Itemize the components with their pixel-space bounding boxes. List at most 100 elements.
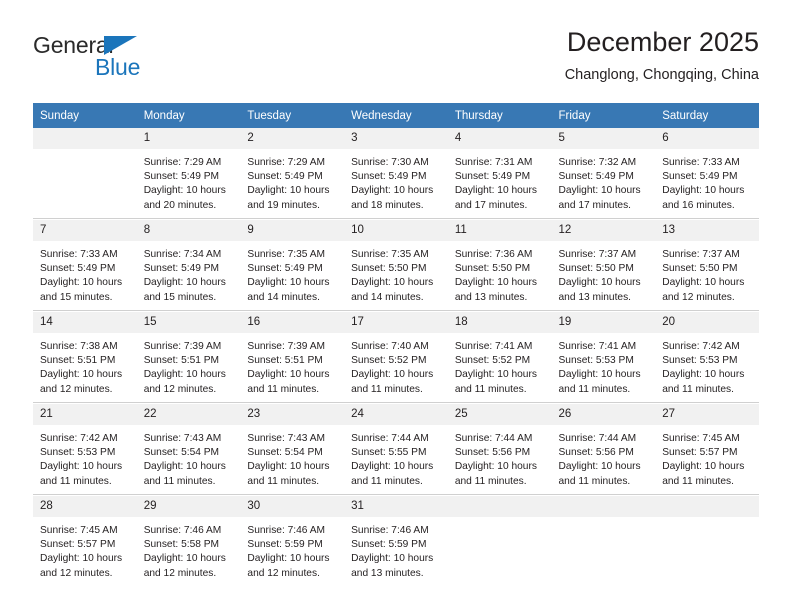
day-number: 12 [551,220,656,241]
calendar-day-cell[interactable]: 16 Sunrise: 7:39 AM Sunset: 5:51 PM Dayligh… [240,312,345,403]
page-title: December 2025 [566,27,759,57]
day-number: 8 [136,220,241,241]
day-number: 16 [240,312,345,333]
sunset-text: Sunset: 5:57 PM [40,539,116,551]
sunset-text: Sunset: 5:53 PM [40,447,116,459]
day-number: 1 [136,128,241,149]
calendar-day-cell[interactable]: 30 Sunrise: 7:46 AM Sunset: 5:59 PM Dayligh… [240,496,345,586]
day-number: 15 [136,312,241,333]
calendar-day-cell[interactable]: 9 Sunrise: 7:35 AM Sunset: 5:49 PM Daylight… [240,220,345,311]
daylight-text-line2: and 16 minutes. [662,199,735,211]
calendar-day-cell[interactable]: 3 Sunrise: 7:30 AM Sunset: 5:49 PM Daylight… [344,128,448,219]
day-number: 23 [240,404,345,425]
daylight-text-line2: and 12 minutes. [662,291,735,303]
calendar-day-cell[interactable]: 29 Sunrise: 7:46 AM Sunset: 5:58 PM Dayligh… [136,496,241,586]
calendar-day-cell[interactable]: 24 Sunrise: 7:44 AM Sunset: 5:55 PM Dayligh… [344,404,448,495]
day-details: Sunrise: 7:37 AM Sunset: 5:50 PM Daylight:… [655,241,759,305]
daylight-text-line2: and 14 minutes. [247,291,320,303]
calendar-day-cell[interactable]: 17 Sunrise: 7:40 AM Sunset: 5:52 PM Dayligh… [344,312,448,403]
day-details: Sunrise: 7:40 AM Sunset: 5:52 PM Daylight:… [344,333,448,397]
sunrise-text: Sunrise: 7:37 AM [662,249,740,260]
daylight-text-line1: Daylight: 10 hours [351,369,434,381]
day-number [551,496,656,517]
calendar-day-cell[interactable]: 31 Sunrise: 7:46 AM Sunset: 5:59 PM Dayligh… [344,496,448,586]
sunset-text: Sunset: 5:49 PM [247,263,323,275]
day-details: Sunrise: 7:46 AM Sunset: 5:59 PM Daylight:… [344,517,448,581]
day-details: Sunrise: 7:41 AM Sunset: 5:52 PM Daylight:… [448,333,552,397]
daylight-text-line2: and 12 minutes. [247,567,320,579]
weekday-header-saturday: Saturday [655,103,759,128]
daylight-text-line2: and 11 minutes. [40,475,112,487]
calendar-day-cell[interactable]: 14 Sunrise: 7:38 AM Sunset: 5:51 PM Dayligh… [33,312,137,403]
calendar-day-cell[interactable]: 10 Sunrise: 7:35 AM Sunset: 5:50 PM Dayligh… [344,220,448,311]
daylight-text-line1: Daylight: 10 hours [143,185,226,197]
day-details: Sunrise: 7:42 AM Sunset: 5:53 PM Daylight:… [33,425,137,489]
day-number: 31 [344,496,448,517]
daylight-text-line2: and 15 minutes. [143,291,217,303]
calendar-day-cell[interactable]: 18 Sunrise: 7:41 AM Sunset: 5:52 PM Dayligh… [447,312,552,403]
sunset-text: Sunset: 5:49 PM [40,263,116,275]
calendar-day-cell[interactable]: 4 Sunrise: 7:31 AM Sunset: 5:49 PM Daylight… [447,128,552,219]
calendar-day-cell[interactable]: 6 Sunrise: 7:33 AM Sunset: 5:49 PM Daylight… [655,128,759,219]
daylight-text-line1: Daylight: 10 hours [558,461,641,473]
calendar-day-cell[interactable]: 22 Sunrise: 7:43 AM Sunset: 5:54 PM Dayligh… [136,404,241,495]
calendar-day-cell[interactable]: 12 Sunrise: 7:37 AM Sunset: 5:50 PM Dayligh… [551,220,656,311]
calendar-day-cell[interactable]: 19 Sunrise: 7:41 AM Sunset: 5:53 PM Dayligh… [551,312,656,403]
sunset-text: Sunset: 5:49 PM [143,263,220,275]
daylight-text-line1: Daylight: 10 hours [454,185,537,197]
day-number: 3 [344,128,448,149]
sunrise-text: Sunrise: 7:30 AM [351,157,429,168]
calendar-day-cell[interactable]: 27 Sunrise: 7:45 AM Sunset: 5:57 PM Dayligh… [655,404,759,495]
sunrise-text: Sunrise: 7:34 AM [143,249,222,260]
calendar-day-cell[interactable]: 20 Sunrise: 7:42 AM Sunset: 5:53 PM Dayligh… [655,312,759,403]
calendar-day-cell[interactable]: 25 Sunrise: 7:44 AM Sunset: 5:56 PM Dayligh… [447,404,552,495]
daylight-text-line1: Daylight: 10 hours [40,553,123,565]
day-details: Sunrise: 7:43 AM Sunset: 5:54 PM Daylight:… [137,425,241,489]
calendar-day-cell[interactable]: 28 Sunrise: 7:45 AM Sunset: 5:57 PM Dayligh… [33,496,137,586]
calendar-day-cell[interactable]: 15 Sunrise: 7:39 AM Sunset: 5:51 PM Dayligh… [136,312,241,403]
day-number: 11 [447,220,552,241]
sunrise-text: Sunrise: 7:45 AM [662,433,740,444]
sunrise-text: Sunrise: 7:35 AM [247,249,325,260]
daylight-text-line1: Daylight: 10 hours [662,185,745,197]
day-details: Sunrise: 7:43 AM Sunset: 5:54 PM Daylight:… [240,425,344,489]
day-number: 27 [655,404,759,425]
calendar-day-cell[interactable]: 1 Sunrise: 7:29 AM Sunset: 5:49 PM Daylight… [136,128,241,219]
sunrise-text: Sunrise: 7:39 AM [247,341,325,352]
day-number: 24 [344,404,448,425]
general-blue-logo[interactable]: General Blue [33,32,263,94]
daylight-text-line1: Daylight: 10 hours [351,553,434,565]
calendar-day-cell[interactable]: 13 Sunrise: 7:37 AM Sunset: 5:50 PM Dayligh… [655,220,759,311]
daylight-text-line1: Daylight: 10 hours [143,553,226,565]
sunrise-text: Sunrise: 7:44 AM [558,433,637,444]
sunrise-text: Sunrise: 7:40 AM [351,341,429,352]
day-details: Sunrise: 7:41 AM Sunset: 5:53 PM Daylight:… [552,333,656,397]
daylight-text-line2: and 17 minutes. [454,199,528,211]
calendar-day-cell[interactable]: 23 Sunrise: 7:43 AM Sunset: 5:54 PM Dayligh… [240,404,345,495]
calendar-day-cell[interactable]: 5 Sunrise: 7:32 AM Sunset: 5:49 PM Daylight… [551,128,656,219]
calendar-day-cell[interactable]: 8 Sunrise: 7:34 AM Sunset: 5:49 PM Daylight… [136,220,241,311]
day-details: Sunrise: 7:38 AM Sunset: 5:51 PM Daylight:… [33,333,137,397]
day-number: 21 [33,404,137,425]
sunset-text: Sunset: 5:49 PM [454,171,531,183]
calendar-day-cell[interactable]: 21 Sunrise: 7:42 AM Sunset: 5:53 PM Dayligh… [33,404,137,495]
sunset-text: Sunset: 5:59 PM [351,539,427,551]
day-number [33,128,137,149]
calendar-day-cell[interactable]: 11 Sunrise: 7:36 AM Sunset: 5:50 PM Dayligh… [447,220,552,311]
daylight-text-line1: Daylight: 10 hours [143,277,226,289]
daylight-text-line2: and 18 minutes. [351,199,424,211]
daylight-text-line1: Daylight: 10 hours [40,369,123,381]
page-subtitle: Changlong, Chongqing, China [564,67,759,83]
day-details: Sunrise: 7:45 AM Sunset: 5:57 PM Daylight:… [655,425,759,489]
calendar-day-cell[interactable]: 7 Sunrise: 7:33 AM Sunset: 5:49 PM Daylight… [33,220,137,311]
day-number: 7 [33,220,137,241]
sunset-text: Sunset: 5:52 PM [351,355,427,367]
sunrise-text: Sunrise: 7:33 AM [662,157,740,168]
day-number: 19 [551,312,656,333]
day-number: 13 [655,220,759,241]
calendar-day-cell[interactable]: 2 Sunrise: 7:29 AM Sunset: 5:49 PM Daylight… [240,128,345,219]
calendar-day-cell[interactable]: 26 Sunrise: 7:44 AM Sunset: 5:56 PM Dayligh… [551,404,656,495]
day-number: 14 [33,312,137,333]
day-details: Sunrise: 7:46 AM Sunset: 5:59 PM Daylight:… [240,517,344,581]
weekday-header-friday: Friday [551,103,656,128]
